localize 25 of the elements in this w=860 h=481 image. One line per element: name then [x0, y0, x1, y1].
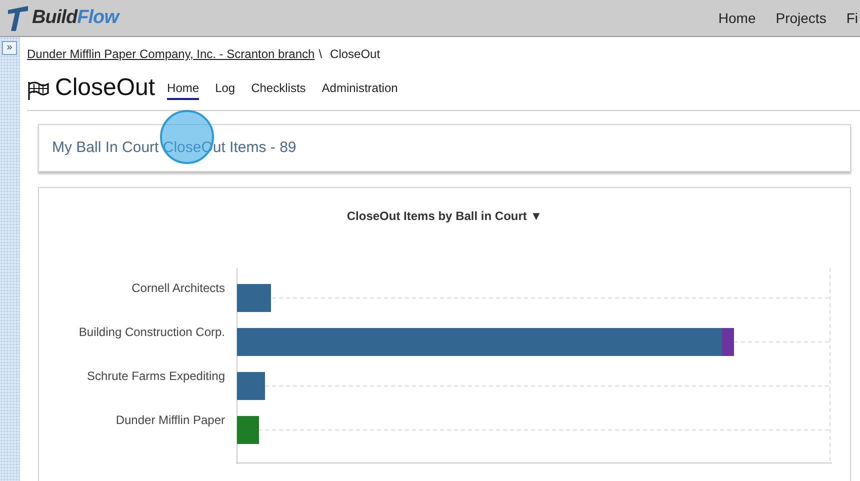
category-label: Dunder Mifflin Paper	[116, 412, 225, 429]
tab[interactable]: Home	[167, 79, 200, 100]
logo-icon	[6, 4, 30, 32]
tab[interactable]: Log	[215, 79, 236, 100]
brand-logo[interactable]: BuildFlow	[32, 4, 118, 32]
bar[interactable]	[237, 284, 271, 312]
bar[interactable]	[237, 372, 265, 400]
bar[interactable]	[237, 416, 259, 444]
bar[interactable]	[237, 328, 722, 356]
breadcrumb-separator: \	[318, 46, 322, 63]
tab[interactable]: Administration	[322, 79, 398, 100]
chart-title[interactable]: CloseOut Items by Ball in Court ▼	[346, 207, 542, 225]
nav-link[interactable]: Fi	[846, 8, 858, 28]
breadcrumb-current: CloseOut	[330, 46, 380, 63]
breadcrumb-link[interactable]: Dunder Mifflin Paper Company, Inc. - Scranton branch	[27, 45, 315, 63]
flag-icon	[27, 81, 49, 101]
nav-link[interactable]: Projects	[776, 8, 826, 28]
category-label: Cornell Architects	[132, 280, 225, 297]
module-title: CloseOut	[55, 75, 156, 101]
expand-button[interactable]: »	[2, 41, 17, 55]
bar[interactable]	[722, 328, 734, 356]
category-label: Schrute Farms Expediting	[86, 368, 225, 385]
tab[interactable]: Checklists	[251, 79, 306, 100]
nav-link[interactable]: Home	[718, 8, 756, 28]
category-label: Building Construction Corp.	[78, 324, 225, 341]
